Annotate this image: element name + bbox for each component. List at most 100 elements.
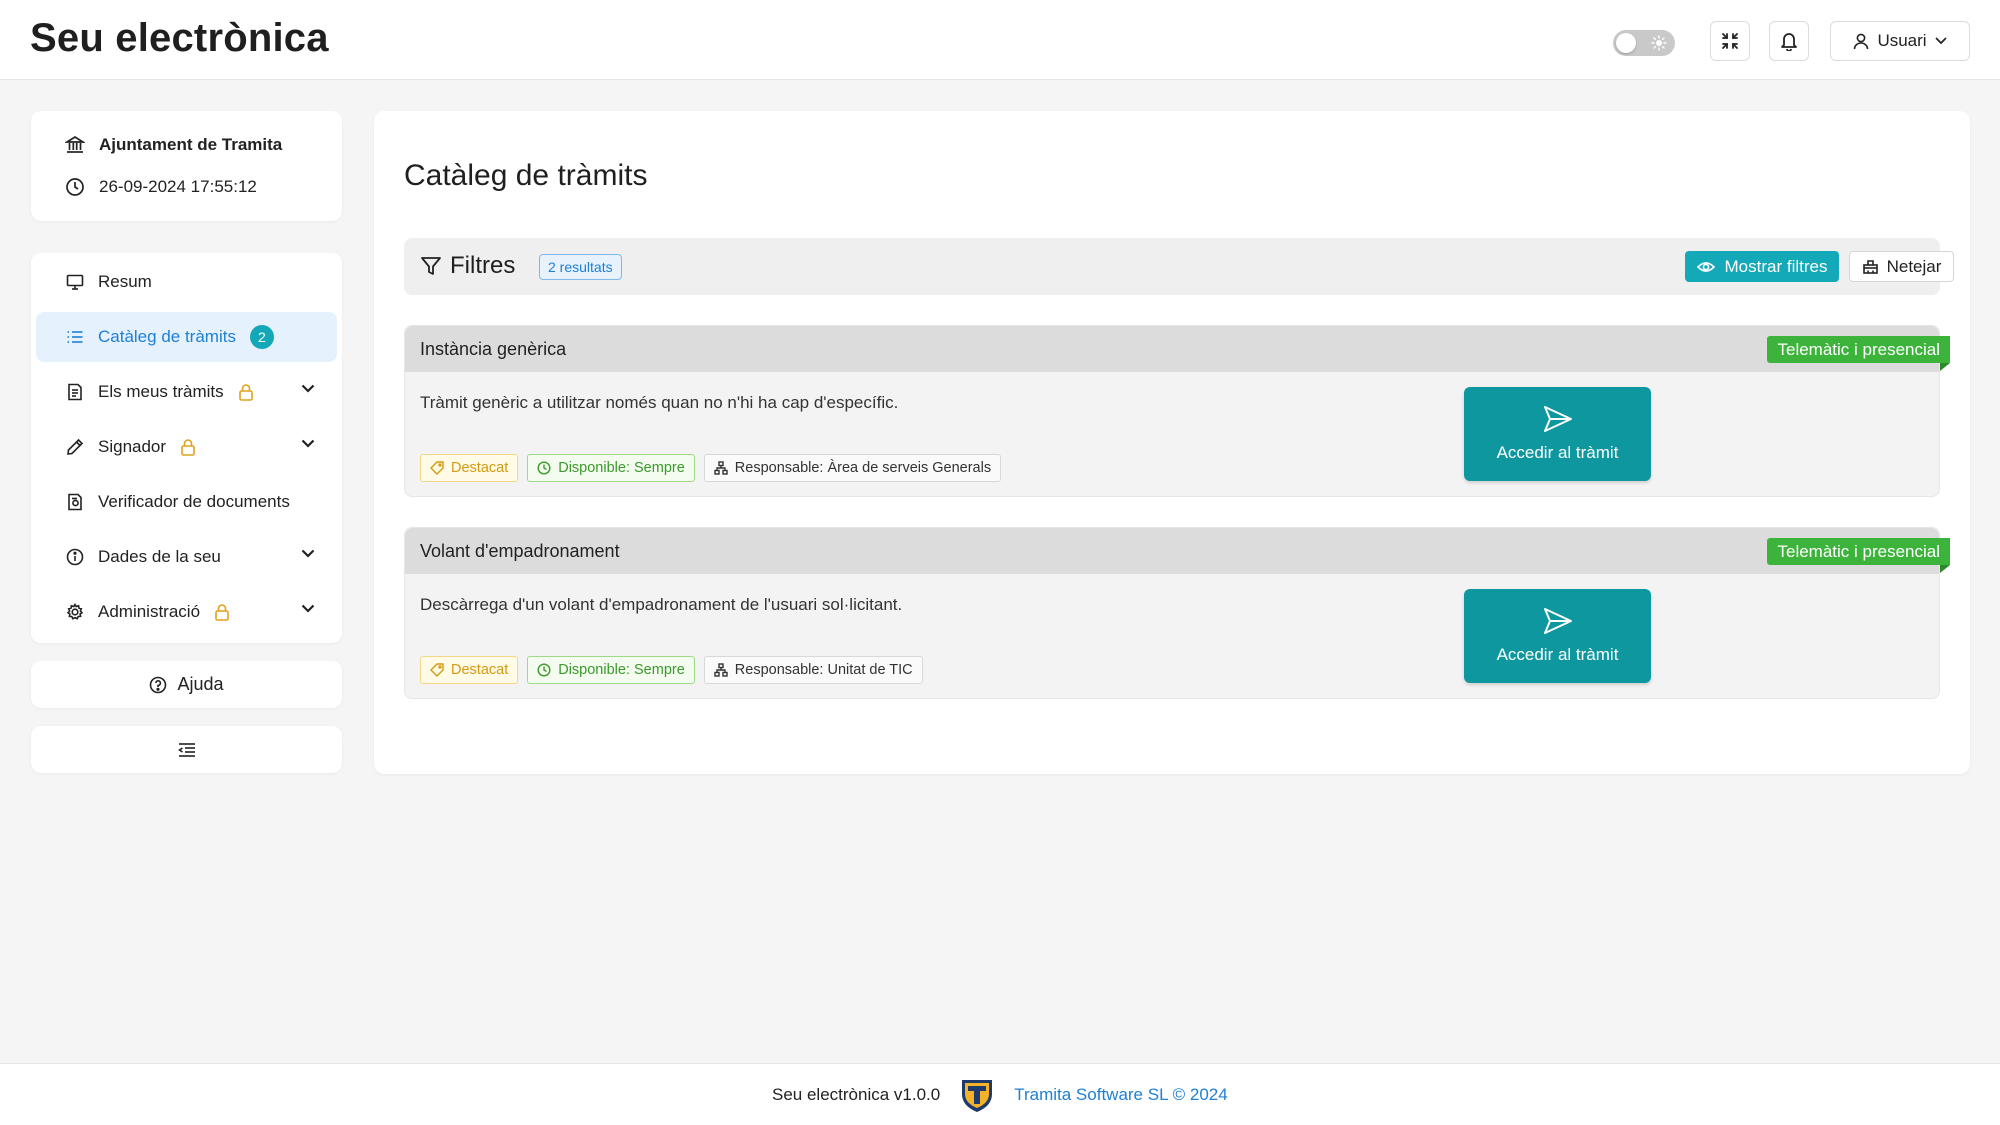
collapse-sidebar-button[interactable]: [31, 726, 342, 773]
procedure-header: Instància genèrica: [405, 326, 1939, 372]
collapse-menu-icon: [177, 742, 195, 757]
filters-title: Filtres: [450, 252, 516, 279]
company-link[interactable]: Tramita Software SL © 2024: [1014, 1085, 1227, 1105]
procedure-description: Tràmit genèric a utilitzar només quan no…: [420, 393, 899, 412]
lock-icon: [238, 383, 254, 401]
clock-icon: [66, 178, 84, 196]
responsible-tag: Responsable: Unitat de TIC: [703, 656, 923, 684]
channel-ribbon: Telemàtic i presencial: [1767, 538, 1950, 573]
pen-icon: [67, 438, 84, 455]
bell-icon: [1781, 33, 1797, 51]
current-datetime: 26-09-2024 17:55:12: [99, 177, 257, 196]
organization-name: Ajuntament de Tramita: [99, 135, 283, 154]
chevron-down-icon: [301, 604, 315, 613]
availability-tag: Disponible: Sempre: [527, 656, 695, 684]
procedure-title: Instància genèrica: [420, 339, 567, 359]
monitor-icon: [66, 274, 84, 290]
channel-ribbon: Telemàtic i presencial: [1767, 336, 1950, 371]
responsible-tag: Responsable: Àrea de serveis Generals: [703, 454, 1002, 482]
procedure-title: Volant d'empadronament: [420, 541, 620, 561]
fullscreen-icon: [1722, 33, 1738, 49]
filters-bar: Filtres 2 resultats Mostrar filtres Nete…: [404, 238, 1954, 295]
sidebar-item-label: Administració: [98, 602, 201, 621]
count-badge: 2: [249, 325, 274, 349]
organization-info-card: Ajuntament de Tramita 26-09-2024 17:55:1…: [31, 111, 342, 221]
help-icon: [150, 676, 167, 693]
sidebar-item-verificador[interactable]: Verificador de documents: [36, 477, 337, 527]
datetime-row: 26-09-2024 17:55:12: [65, 177, 257, 197]
clear-filters-button[interactable]: Netejar: [1849, 251, 1954, 282]
tag-icon: [430, 663, 444, 677]
procedure-tags: Destacat Disponible: Sempre Responsable:…: [420, 454, 1002, 482]
clock-icon: [537, 663, 551, 677]
access-procedure-label: Accedir al tràmit: [1496, 645, 1619, 664]
info-icon: [66, 548, 84, 566]
toggle-knob: [1616, 33, 1636, 53]
send-icon: [1543, 608, 1572, 634]
sidebar-item-label: Resum: [98, 272, 152, 291]
notifications-button[interactable]: [1769, 21, 1809, 61]
user-icon: [1854, 33, 1869, 49]
tramita-logo-icon: [962, 1080, 993, 1112]
sidebar-nav: Resum Catàleg de tràmits 2 Els meus tràm…: [31, 253, 342, 643]
user-menu-button[interactable]: Usuari: [1830, 21, 1970, 61]
clear-filters-label: Netejar: [1886, 256, 1942, 276]
footer: Seu electrònica v1.0.0 Tramita Software …: [0, 1063, 2000, 1125]
town-hall-icon: [65, 135, 85, 153]
sidebar-item-administracio[interactable]: Administració: [36, 587, 337, 637]
chevron-down-icon: [1934, 37, 1947, 45]
access-procedure-button[interactable]: Accedir al tràmit: [1464, 589, 1651, 683]
app-version: Seu electrònica v1.0.0: [772, 1085, 941, 1104]
procedure-tags: Destacat Disponible: Sempre Responsable:…: [420, 656, 923, 684]
page-title: Catàleg de tràmits: [404, 159, 648, 192]
sidebar-item-label: Els meus tràmits: [98, 382, 224, 401]
show-filters-button[interactable]: Mostrar filtres: [1685, 251, 1839, 282]
procedure-card: Volant d'empadronament Telemàtic i prese…: [404, 527, 1950, 699]
help-button[interactable]: Ajuda: [31, 661, 342, 708]
chevron-down-icon: [301, 439, 315, 448]
sidebar-item-signador[interactable]: Signador: [36, 422, 337, 472]
sidebar-item-label: Signador: [98, 437, 167, 456]
featured-tag: Destacat: [420, 656, 519, 684]
sidebar-item-els-meus-tramits[interactable]: Els meus tràmits: [36, 367, 337, 417]
gear-icon: [66, 603, 84, 620]
show-filters-label: Mostrar filtres: [1724, 256, 1828, 276]
filter-icon: [421, 257, 441, 275]
procedure-description: Descàrrega d'un volant d'empadronament d…: [420, 595, 903, 614]
sidebar-item-dades-seu[interactable]: Dades de la seu: [36, 532, 337, 582]
list-icon: [67, 331, 83, 343]
clear-icon: [1862, 260, 1878, 274]
clock-icon: [537, 461, 551, 475]
lock-icon: [180, 438, 196, 456]
sun-icon: [1651, 35, 1667, 51]
sidebar-item-label: Verificador de documents: [98, 492, 290, 511]
featured-tag: Destacat: [420, 454, 519, 482]
tag-icon: [430, 461, 444, 475]
access-procedure-label: Accedir al tràmit: [1496, 443, 1619, 462]
theme-toggle[interactable]: [1613, 30, 1675, 56]
chevron-down-icon: [301, 384, 315, 393]
procedure-header: Volant d'empadronament: [405, 528, 1939, 574]
document-check-icon: [68, 493, 82, 511]
access-procedure-button[interactable]: Accedir al tràmit: [1464, 387, 1651, 481]
sidebar-item-resum[interactable]: Resum: [36, 257, 337, 307]
sidebar-item-label: Catàleg de tràmits: [98, 327, 236, 346]
org-chart-icon: [714, 461, 728, 475]
eye-icon: [1696, 261, 1715, 272]
lock-icon: [214, 603, 230, 621]
fullscreen-button[interactable]: [1710, 21, 1750, 61]
availability-tag: Disponible: Sempre: [527, 454, 695, 482]
document-icon: [68, 383, 82, 401]
results-count-badge: 2 resultats: [539, 254, 622, 280]
send-icon: [1543, 406, 1572, 432]
organization-row: Ajuntament de Tramita: [65, 135, 282, 155]
filters-heading: Filtres: [420, 252, 515, 280]
sidebar-item-label: Dades de la seu: [98, 547, 221, 566]
help-label: Ajuda: [177, 674, 224, 694]
sidebar-item-cataleg[interactable]: Catàleg de tràmits 2: [36, 312, 337, 362]
footer-content: Seu electrònica v1.0.0 Tramita Software …: [772, 1076, 1228, 1114]
top-header: Seu electrònica Usuari: [0, 0, 2000, 80]
procedure-card: Instància genèrica Telemàtic i presencia…: [404, 325, 1950, 497]
org-chart-icon: [714, 663, 728, 677]
user-label: Usuari: [1877, 31, 1927, 50]
